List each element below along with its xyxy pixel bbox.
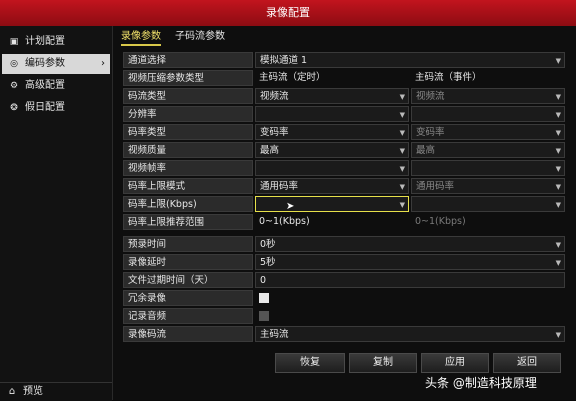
stream-type-select-timed[interactable]: 视频流 ▼ (255, 88, 409, 104)
sidebar-item-holiday[interactable]: ❂ 假日配置 (2, 98, 110, 118)
row-record-audio: 记录音频 (123, 308, 565, 324)
row-label: 记录音频 (123, 308, 253, 324)
row-label: 视频帧率 (123, 160, 253, 176)
record-stream-select[interactable]: 主码流 ▼ (255, 326, 565, 342)
bitrate-cap-mode-select-event[interactable]: 通用码率 ▼ (411, 178, 565, 194)
post-record-select[interactable]: 5秒 ▼ (255, 254, 565, 270)
chevron-right-icon: › (101, 58, 105, 69)
chevron-down-icon: ▼ (555, 165, 561, 173)
window-title: 录像配置 (0, 0, 576, 26)
row-bitrate-cap: 码率上限(Kbps) ➤ ▼ ▼ (123, 196, 565, 212)
tab-record-params[interactable]: 录像参数 (121, 30, 161, 46)
bitrate-cap-mode-select-timed[interactable]: 通用码率 ▼ (255, 178, 409, 194)
frame-rate-select-timed[interactable]: ▼ (255, 160, 409, 176)
row-redundant-record: 冗余录像 (123, 290, 565, 306)
sidebar: ▣ 计划配置 ◎ 编码参数 › ⚙ 高级配置 ❂ 假日配置 (0, 26, 113, 400)
bitrate-cap-select-event[interactable]: ▼ (411, 196, 565, 212)
bitrate-cap-select-timed[interactable]: ➤ ▼ (255, 196, 409, 212)
row-resolution: 分辨率 ▼ ▼ (123, 106, 565, 122)
row-label: 分辨率 (123, 106, 253, 122)
main-stream-event-header: 主码流（事件） (415, 72, 482, 83)
mouse-cursor-icon: ➤ (286, 201, 295, 212)
sidebar-item-schedule[interactable]: ▣ 计划配置 (2, 32, 110, 52)
bitrate-type-select-timed[interactable]: 变码率 ▼ (255, 124, 409, 140)
watermark: 头条 @制造科技原理 (425, 376, 537, 390)
chevron-down-icon: ▼ (399, 165, 405, 173)
row-pre-record: 预录时间 0秒 ▼ (123, 236, 565, 252)
row-label: 录像延时 (123, 254, 253, 270)
row-frame-rate: 视频帧率 ▼ ▼ (123, 160, 565, 176)
encode-icon: ◎ (10, 59, 18, 69)
holiday-icon: ❂ (10, 103, 18, 113)
restore-button[interactable]: 恢复 (275, 353, 345, 373)
chevron-down-icon: ▼ (399, 183, 405, 191)
recommended-range-event: 0~1(Kbps) (415, 216, 466, 227)
chevron-down-icon: ▼ (399, 147, 405, 155)
channel-select[interactable]: 模拟通道 1 ▼ (255, 52, 565, 68)
main-panel: 录像参数 子码流参数 通道选择 模拟通道 1 ▼ 视频压缩参数类型 主码流（定时… (113, 26, 576, 400)
tab-substream-params[interactable]: 子码流参数 (175, 30, 225, 44)
sidebar-item-advanced[interactable]: ⚙ 高级配置 (2, 76, 110, 96)
calendar-icon: ▣ (9, 37, 19, 47)
chevron-down-icon: ▼ (399, 201, 405, 209)
stream-type-select-event[interactable]: 视频流 ▼ (411, 88, 565, 104)
chevron-down-icon: ▼ (555, 241, 561, 249)
row-label: 文件过期时间（天） (123, 272, 253, 288)
row-label: 码率上限模式 (123, 178, 253, 194)
row-label: 视频质量 (123, 142, 253, 158)
resolution-select-event[interactable]: ▼ (411, 106, 565, 122)
row-compression-type: 视频压缩参数类型 主码流（定时） 主码流（事件） (123, 70, 565, 86)
redundant-record-checkbox[interactable] (259, 293, 269, 303)
chevron-down-icon: ▼ (555, 57, 561, 65)
row-video-quality: 视频质量 最高 ▼ 最高 ▼ (123, 142, 565, 158)
chevron-down-icon: ▼ (555, 111, 561, 119)
row-bitrate-type: 码率类型 变码率 ▼ 变码率 ▼ (123, 124, 565, 140)
row-label: 通道选择 (123, 52, 253, 68)
row-bitrate-recommended-range: 码率上限推荐范围 0~1(Kbps) 0~1(Kbps) (123, 214, 565, 230)
row-label: 冗余录像 (123, 290, 253, 306)
apply-button[interactable]: 应用 (421, 353, 489, 373)
bitrate-type-select-event[interactable]: 变码率 ▼ (411, 124, 565, 140)
row-bitrate-cap-mode: 码率上限模式 通用码率 ▼ 通用码率 ▼ (123, 178, 565, 194)
chevron-down-icon: ▼ (555, 331, 561, 339)
recommended-range-timed: 0~1(Kbps) (259, 216, 310, 227)
video-quality-select-event[interactable]: 最高 ▼ (411, 142, 565, 158)
row-label: 码率类型 (123, 124, 253, 140)
main-stream-timed-header: 主码流（定时） (259, 72, 326, 83)
chevron-down-icon: ▼ (555, 147, 561, 155)
tab-bar: 录像参数 子码流参数 (113, 26, 576, 48)
copy-button[interactable]: 复制 (349, 353, 417, 373)
row-stream-type: 码流类型 视频流 ▼ 视频流 ▼ (123, 88, 565, 104)
file-expiry-input[interactable]: 0 (255, 272, 565, 288)
resolution-select-timed[interactable]: ▼ (255, 106, 409, 122)
row-label: 码率上限(Kbps) (123, 196, 253, 212)
row-label: 视频压缩参数类型 (123, 70, 253, 86)
chevron-down-icon: ▼ (399, 129, 405, 137)
frame-rate-select-event[interactable]: ▼ (411, 160, 565, 176)
chevron-down-icon: ▼ (555, 183, 561, 191)
row-label: 码率上限推荐范围 (123, 214, 253, 230)
sidebar-item-encoding[interactable]: ◎ 编码参数 › (2, 54, 110, 74)
home-icon: ⌂ (8, 386, 16, 397)
record-audio-checkbox[interactable] (259, 311, 269, 321)
preview-button[interactable]: ⌂ 预览 (0, 382, 112, 401)
chevron-down-icon: ▼ (555, 201, 561, 209)
chevron-down-icon: ▼ (555, 93, 561, 101)
back-button[interactable]: 返回 (493, 353, 561, 373)
chevron-down-icon: ▼ (555, 259, 561, 267)
row-label: 预录时间 (123, 236, 253, 252)
row-label: 录像码流 (123, 326, 253, 342)
row-record-stream: 录像码流 主码流 ▼ (123, 326, 565, 342)
chevron-down-icon: ▼ (399, 93, 405, 101)
gear-icon: ⚙ (9, 81, 19, 91)
row-file-expiry: 文件过期时间（天） 0 (123, 272, 565, 288)
row-post-record: 录像延时 5秒 ▼ (123, 254, 565, 270)
row-label: 码流类型 (123, 88, 253, 104)
row-channel: 通道选择 模拟通道 1 ▼ (123, 52, 565, 68)
video-quality-select-timed[interactable]: 最高 ▼ (255, 142, 409, 158)
chevron-down-icon: ▼ (555, 129, 561, 137)
chevron-down-icon: ▼ (399, 111, 405, 119)
pre-record-select[interactable]: 0秒 ▼ (255, 236, 565, 252)
